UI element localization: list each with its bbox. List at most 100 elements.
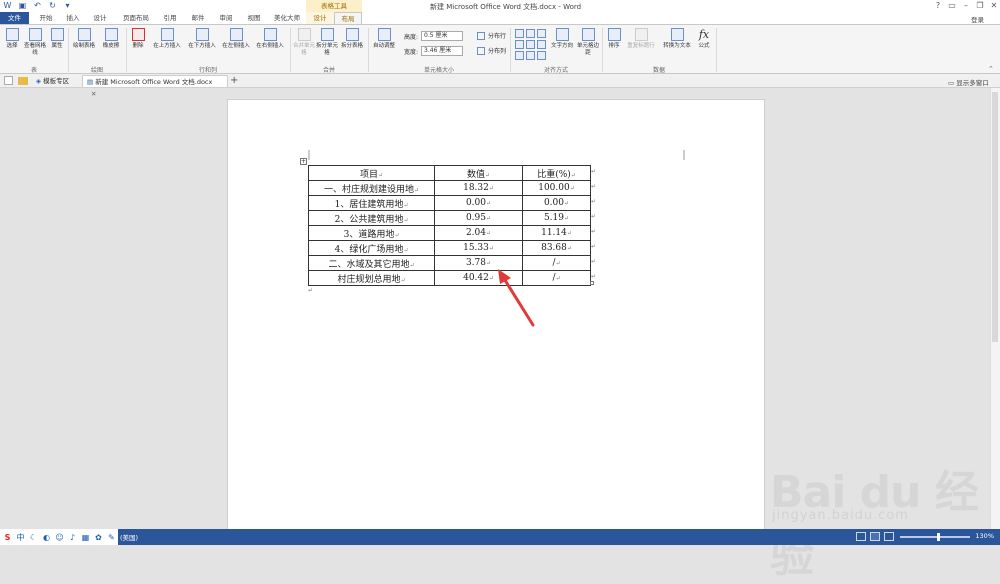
align-bottom-left-icon[interactable] (515, 51, 524, 60)
tab-table-layout[interactable]: 布局 (334, 12, 362, 24)
ime-voice-icon[interactable]: ♪ (68, 533, 77, 542)
eraser-button[interactable]: 橡皮擦 (99, 28, 123, 50)
ime-skin-icon[interactable]: ✿ (94, 533, 103, 542)
save-icon[interactable]: ▣ (18, 1, 27, 10)
ime-emoji-icon[interactable]: ☺ (55, 533, 64, 542)
align-middle-center-icon[interactable] (526, 40, 535, 49)
tab-table-design[interactable]: 设计 (306, 12, 334, 24)
zoom-slider[interactable] (900, 536, 970, 538)
ime-keyboard-icon[interactable]: ▦ (81, 533, 90, 542)
table-row[interactable]: 1、居住建筑用地↵ 0.00↵ 0.00↵ (308, 195, 591, 211)
formula-button[interactable]: fx 公式 (695, 28, 713, 50)
doc-tab-current[interactable]: ▤ 新建 Microsoft Office Word 文档.docx ✕ (82, 75, 228, 98)
table-cell[interactable]: 5.19↵ (522, 210, 591, 226)
table-header-row[interactable]: 项目↵ 数值↵ 比重(%)↵ (308, 165, 591, 181)
table-row[interactable]: 2、公共建筑用地↵ 0.95↵ 5.19↵ (308, 210, 591, 226)
doc-tab-templates[interactable]: ◈ 模板专区 (32, 75, 73, 87)
word-app-icon[interactable]: W (3, 1, 12, 10)
align-middle-right-icon[interactable] (537, 40, 546, 49)
autofit-button[interactable]: 自动调整 (370, 28, 398, 50)
table-cell[interactable]: 数值↵ (434, 165, 523, 181)
delete-button[interactable]: 删除 (129, 28, 147, 50)
align-bottom-right-icon[interactable] (537, 51, 546, 60)
table-cell[interactable]: 100.00↵ (522, 180, 591, 196)
insert-left-button[interactable]: 在左侧插入 (220, 28, 252, 50)
new-tab-icon[interactable]: + (230, 75, 238, 86)
column-width-input[interactable]: 3.46 厘米 (421, 46, 464, 56)
table-cell[interactable]: 项目↵ (308, 165, 435, 181)
print-layout-icon[interactable] (870, 532, 880, 541)
table-row[interactable]: 4、绿化广场用地↵ 15.33↵ 83.68↵ (308, 240, 591, 256)
table-row[interactable]: 二、水域及其它用地↵ 3.78↵/↵ (308, 255, 591, 271)
cell-margins-button[interactable]: 单元格边距 (576, 28, 600, 57)
insert-right-button[interactable]: 在右侧插入 (254, 28, 286, 50)
tab-view[interactable]: 视图 (242, 12, 266, 24)
repeat-header-rows-button[interactable]: 重复标题行 (624, 28, 658, 50)
undo-icon[interactable]: ↶ (33, 1, 42, 10)
split-table-button[interactable]: 拆分表格 (338, 28, 366, 50)
table-cell[interactable]: 0.00↵ (434, 195, 523, 211)
merge-cells-button[interactable]: 合并单元格 (293, 28, 315, 57)
table-cell[interactable]: 村庄规划总用地↵ (308, 270, 435, 286)
tab-design[interactable]: 设计 (88, 12, 112, 24)
text-direction-button[interactable]: 文字方向 (549, 28, 575, 50)
table-cell[interactable]: 18.32↵ (434, 180, 523, 196)
table-resize-handle[interactable] (590, 281, 594, 285)
table-cell[interactable]: 15.33↵ (434, 240, 523, 256)
table-cell[interactable]: 一、村庄规划建设用地↵ (308, 180, 435, 196)
login-link[interactable]: 登录 (971, 14, 984, 24)
restore-button[interactable]: ❐ (974, 1, 986, 11)
table-cell[interactable]: 0.00↵ (522, 195, 591, 211)
align-top-left-icon[interactable] (515, 29, 524, 38)
tab-home[interactable]: 开始 (34, 12, 58, 24)
show-multi-window-button[interactable]: ▭ 显示多窗口 (948, 77, 989, 87)
sogou-ime-icon[interactable]: S (3, 533, 12, 542)
tab-references[interactable]: 引用 (158, 12, 182, 24)
align-top-center-icon[interactable] (526, 29, 535, 38)
split-cells-button[interactable]: 拆分单元格 (316, 28, 338, 57)
tab-review[interactable]: 审阅 (214, 12, 238, 24)
sort-button[interactable]: 排序 (605, 28, 623, 50)
table-row[interactable]: 一、村庄规划建设用地↵ 18.32↵ 100.00↵ (308, 180, 591, 196)
distribute-rows-button[interactable]: 分布行 (477, 31, 506, 40)
view-gridlines-button[interactable]: 查看网格线 (24, 28, 46, 57)
select-button[interactable]: 选择 (3, 28, 21, 50)
table-cell[interactable]: 3、道路用地↵ (308, 225, 435, 241)
customize-qat-icon[interactable]: ▾ (63, 1, 72, 10)
ime-fullwidth-icon[interactable]: ◐ (42, 533, 51, 542)
language-indicator[interactable]: (美国) (120, 532, 138, 542)
close-tab-icon[interactable]: ✕ (91, 90, 96, 98)
insert-above-button[interactable]: 在上方插入 (151, 28, 183, 50)
table-cell[interactable]: 2、公共建筑用地↵ (308, 210, 435, 226)
zoom-level[interactable]: 130% (975, 532, 994, 540)
align-bottom-center-icon[interactable] (526, 51, 535, 60)
collapse-ribbon-icon[interactable]: ⌃ (988, 65, 994, 73)
open-folder-icon[interactable] (18, 77, 28, 85)
row-height-input[interactable]: 0.5 厘米 (421, 31, 464, 41)
table-cell[interactable]: 二、水域及其它用地↵ (308, 255, 435, 271)
close-button[interactable]: ✕ (988, 1, 1000, 11)
draw-table-button[interactable]: 绘制表格 (71, 28, 97, 50)
read-mode-icon[interactable] (856, 532, 866, 541)
table-cell[interactable]: 83.68↵ (522, 240, 591, 256)
distribute-cols-button[interactable]: 分布列 (477, 46, 506, 55)
table-cell[interactable]: 4、绿化广场用地↵ (308, 240, 435, 256)
table-row[interactable]: 3、道路用地↵ 2.04↵ 11.14↵ (308, 225, 591, 241)
ime-punct-icon[interactable]: ☾ (29, 533, 38, 542)
tab-page-layout[interactable]: 页面布局 (118, 12, 154, 24)
ribbon-display-icon[interactable]: ▭ (946, 1, 958, 11)
table-row[interactable]: 村庄规划总用地↵ 40.42↵/↵ (308, 270, 591, 286)
redo-icon[interactable]: ↻ (48, 1, 57, 10)
ime-mode-icon[interactable]: 中 (16, 533, 25, 542)
zoom-slider-thumb[interactable] (937, 533, 940, 541)
minimize-button[interactable]: – (960, 1, 972, 11)
ime-settings-icon[interactable]: ✎ (107, 533, 116, 542)
table-cell[interactable]: 11.14↵ (522, 225, 591, 241)
insert-below-button[interactable]: 在下方插入 (186, 28, 218, 50)
table-cell[interactable]: 2.04↵ (434, 225, 523, 241)
table-cell[interactable]: 0.95↵ (434, 210, 523, 226)
scrollbar-thumb[interactable] (992, 92, 998, 342)
align-middle-left-icon[interactable] (515, 40, 524, 49)
tab-mailings[interactable]: 邮件 (186, 12, 210, 24)
table-cell[interactable]: 1、居住建筑用地↵ (308, 195, 435, 211)
